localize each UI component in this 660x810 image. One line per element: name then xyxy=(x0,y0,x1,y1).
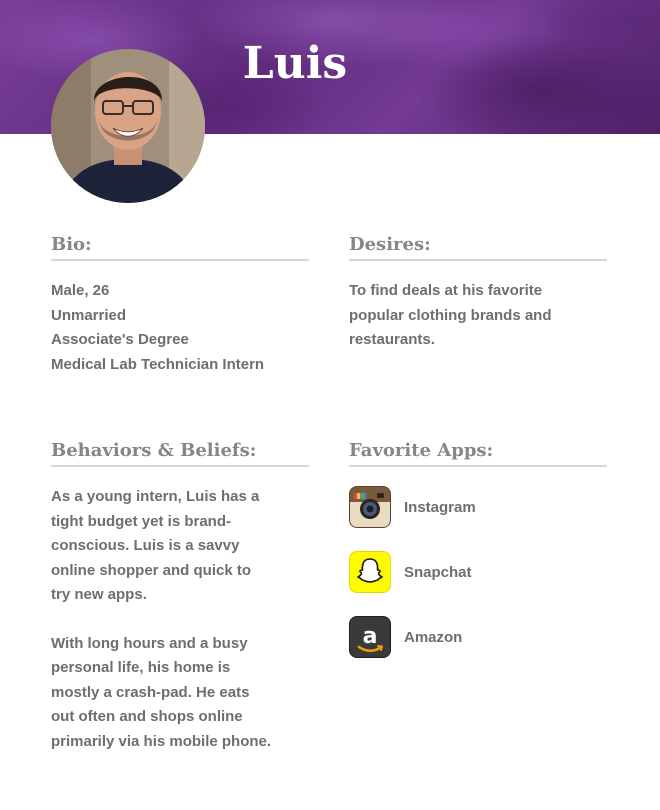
bio-occupation: Medical Lab Technician Intern xyxy=(51,355,265,373)
bio-gender-age: Male, 26 xyxy=(51,282,110,299)
svg-text:a: a xyxy=(363,624,378,649)
app-item-instagram: Instagram xyxy=(349,485,607,529)
persona-name: Luis xyxy=(242,38,348,89)
desires-line: popular clothing brands and xyxy=(349,306,552,324)
behaviors-heading: Behaviors & Beliefs: xyxy=(51,439,309,467)
desires-heading: Desires: xyxy=(349,233,607,261)
behaviors-line: out often and shops online xyxy=(51,708,243,725)
favorite-apps-heading: Favorite Apps: xyxy=(349,439,607,467)
behaviors-line: With long hours and a busy xyxy=(51,634,248,652)
app-item-snapchat: Snapchat xyxy=(349,550,607,594)
desires-section: Desires: To find deals at his favorite p… xyxy=(349,233,607,353)
behaviors-line: As a young intern, Luis has a xyxy=(51,488,260,505)
bio-education: Associate's Degree xyxy=(51,331,189,348)
behaviors-line: mostly a crash-pad. He eats xyxy=(51,683,250,701)
bio-body: Male, 26 Unmarried Associate's Degree Me… xyxy=(51,279,309,377)
instagram-icon xyxy=(349,486,391,528)
behaviors-body: As a young intern, Luis has a tight budg… xyxy=(51,485,309,754)
behaviors-paragraph-2: With long hours and a busy personal life… xyxy=(51,632,309,755)
favorite-apps-list: Instagram Snapchat a Amazon xyxy=(349,485,607,659)
app-label-amazon: Amazon xyxy=(404,628,463,646)
favorite-apps-section: Favorite Apps: Instagram Snapchat a Amaz… xyxy=(349,439,607,680)
bio-marital-status: Unmarried xyxy=(51,306,127,324)
avatar xyxy=(51,49,205,203)
bio-section: Bio: Male, 26 Unmarried Associate's Degr… xyxy=(51,233,309,377)
app-label-snapchat: Snapchat xyxy=(404,563,472,581)
behaviors-line: personal life, his home is xyxy=(51,659,231,676)
desires-body: To find deals at his favorite popular cl… xyxy=(349,279,607,353)
behaviors-line: primarily via his mobile phone. xyxy=(51,732,272,750)
behaviors-line: online shopper and quick to xyxy=(51,561,252,579)
desires-line: To find deals at his favorite xyxy=(349,282,543,299)
app-label-instagram: Instagram xyxy=(404,498,476,516)
behaviors-paragraph-1: As a young intern, Luis has a tight budg… xyxy=(51,485,309,608)
amazon-icon: a xyxy=(349,616,391,658)
snapchat-icon xyxy=(349,551,391,593)
app-item-amazon: a Amazon xyxy=(349,615,607,659)
behaviors-line: conscious. Luis is a savvy xyxy=(51,537,240,554)
behaviors-section: Behaviors & Beliefs: As a young intern, … xyxy=(51,439,309,754)
bio-heading: Bio: xyxy=(51,233,309,261)
behaviors-line: tight budget yet is brand- xyxy=(51,512,231,530)
behaviors-line: try new apps. xyxy=(51,586,147,603)
desires-line: restaurants. xyxy=(349,331,435,348)
